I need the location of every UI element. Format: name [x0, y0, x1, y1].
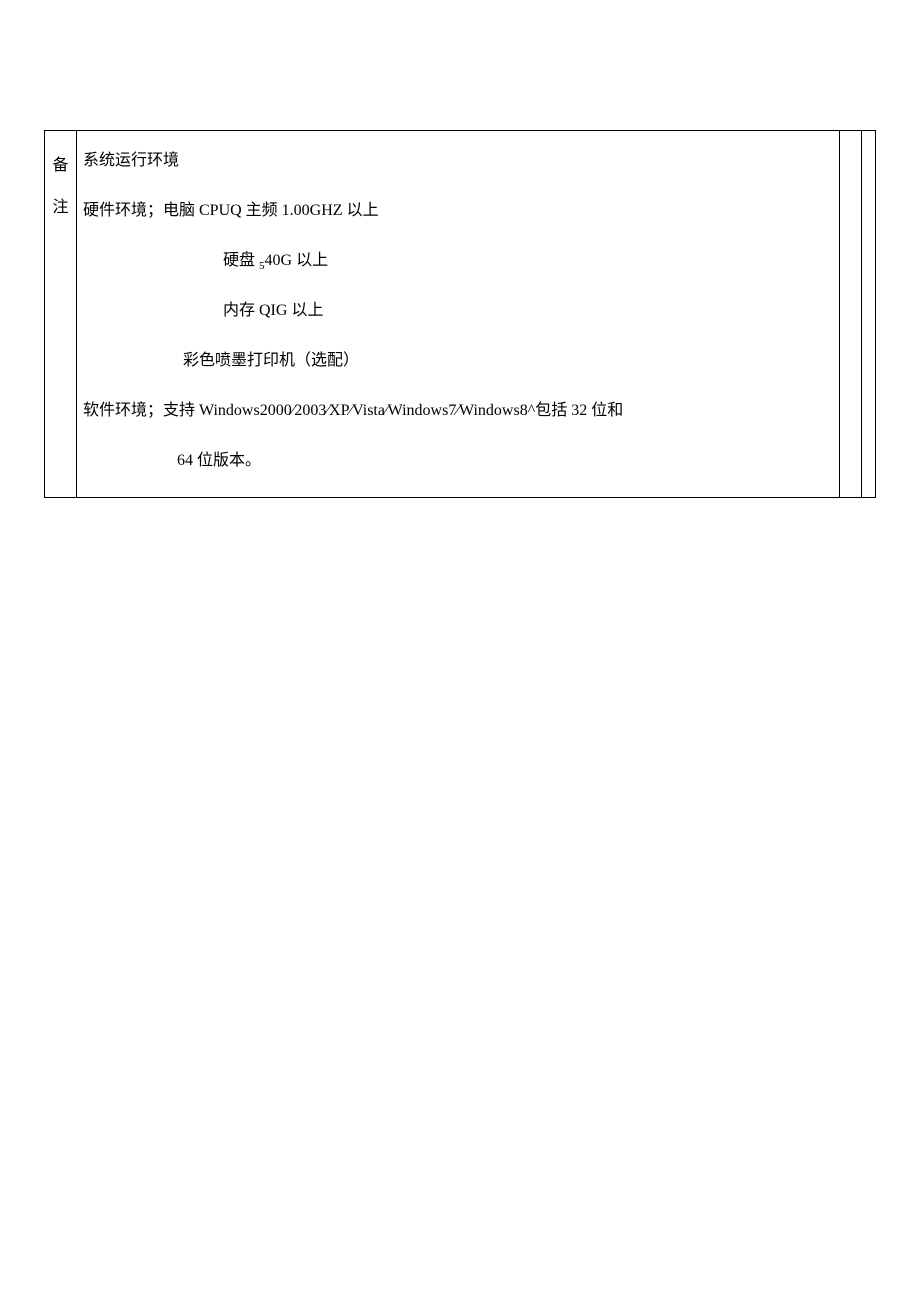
hardware-disk: 硬盘 540G 以上	[83, 245, 833, 277]
hardware-printer: 彩色喷墨打印机（选配）	[83, 345, 833, 377]
hardware-memory: 内存 QIG 以上	[83, 295, 833, 327]
spec-table: 备 注 系统运行环境 硬件环境；电脑 CPUQ 主频 1.00GHZ 以上 硬盘…	[44, 130, 876, 498]
software-env-2: 64 位版本。	[83, 445, 833, 477]
label-cell: 备 注	[45, 131, 77, 498]
table-row: 备 注 系统运行环境 硬件环境；电脑 CPUQ 主频 1.00GHZ 以上 硬盘…	[45, 131, 876, 498]
label-char-1: 备	[51, 145, 70, 187]
system-env-title: 系统运行环境	[83, 145, 833, 177]
content-cell: 系统运行环境 硬件环境；电脑 CPUQ 主频 1.00GHZ 以上 硬盘 540…	[77, 131, 840, 498]
spacer-cell-1	[840, 131, 862, 498]
spacer-cell-2	[862, 131, 876, 498]
software-env-1: 软件环境；支持 Windows2000⁄2003⁄XP⁄Vista⁄Window…	[83, 395, 833, 427]
label-char-2: 注	[51, 187, 70, 229]
hardware-cpu: 硬件环境；电脑 CPUQ 主频 1.00GHZ 以上	[83, 195, 833, 227]
